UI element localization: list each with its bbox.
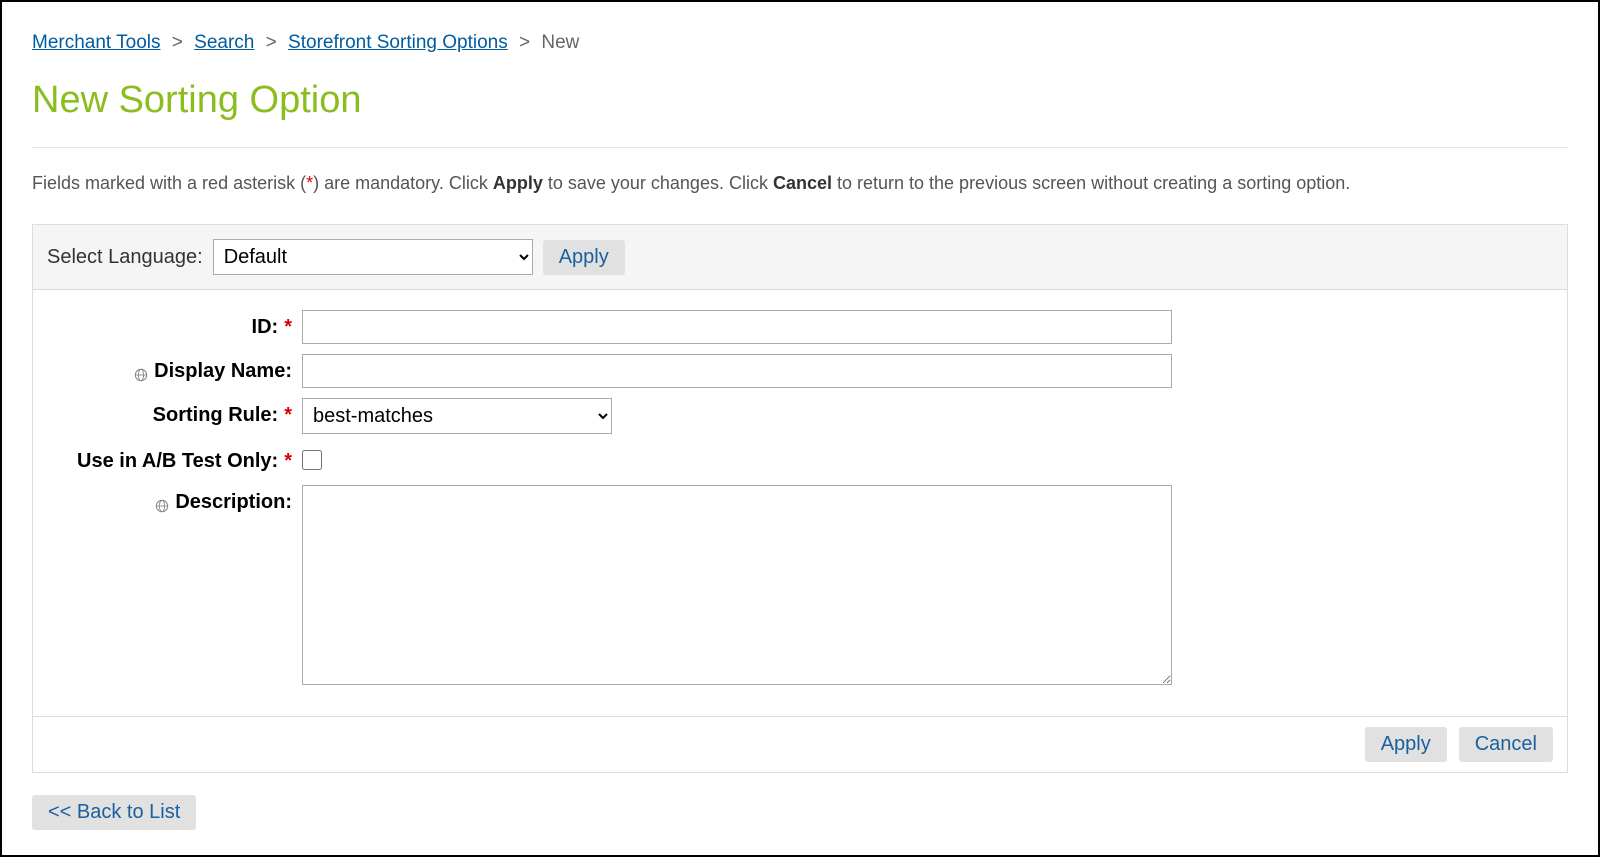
ab-test-checkbox[interactable] bbox=[302, 450, 322, 470]
divider bbox=[32, 147, 1568, 148]
breadcrumb-current: New bbox=[541, 32, 579, 53]
breadcrumb-search[interactable]: Search bbox=[194, 32, 254, 53]
row-display-name: Display Name: bbox=[47, 354, 1553, 388]
globe-icon bbox=[134, 365, 148, 379]
breadcrumb: Merchant Tools > Search > Storefront Sor… bbox=[32, 32, 1568, 54]
breadcrumb-separator: > bbox=[266, 32, 277, 53]
description-textarea[interactable] bbox=[302, 485, 1172, 685]
id-input[interactable] bbox=[302, 310, 1172, 344]
page-title: New Sorting Option bbox=[32, 79, 1568, 122]
row-ab-test: Use in A/B Test Only:* bbox=[47, 444, 1553, 475]
action-bar: Apply Cancel bbox=[33, 716, 1567, 772]
sorting-rule-select[interactable]: best-matches bbox=[302, 398, 612, 434]
label-sorting-rule: Sorting Rule:* bbox=[47, 398, 302, 427]
apply-button[interactable]: Apply bbox=[1365, 727, 1447, 762]
label-display-name: Display Name: bbox=[47, 354, 302, 383]
breadcrumb-separator: > bbox=[519, 32, 530, 53]
language-label: Select Language: bbox=[47, 246, 203, 269]
globe-icon bbox=[155, 496, 169, 510]
back-wrap: << Back to List bbox=[32, 795, 1568, 830]
label-description: Description: bbox=[47, 485, 302, 514]
label-ab-test: Use in A/B Test Only:* bbox=[47, 444, 302, 473]
language-bar: Select Language: Default Apply bbox=[33, 225, 1567, 290]
breadcrumb-merchant-tools[interactable]: Merchant Tools bbox=[32, 32, 161, 53]
help-text: Fields marked with a red asterisk (*) ar… bbox=[32, 173, 1568, 194]
row-sorting-rule: Sorting Rule:* best-matches bbox=[47, 398, 1553, 434]
breadcrumb-storefront-sorting-options[interactable]: Storefront Sorting Options bbox=[288, 32, 508, 53]
display-name-input[interactable] bbox=[302, 354, 1172, 388]
language-apply-button[interactable]: Apply bbox=[543, 240, 625, 275]
label-id: ID:* bbox=[47, 310, 302, 339]
form-container: Select Language: Default Apply ID:* Disp… bbox=[32, 224, 1568, 773]
language-select[interactable]: Default bbox=[213, 239, 533, 275]
back-to-list-button[interactable]: << Back to List bbox=[32, 795, 196, 830]
row-id: ID:* bbox=[47, 310, 1553, 344]
cancel-button[interactable]: Cancel bbox=[1459, 727, 1553, 762]
breadcrumb-separator: > bbox=[172, 32, 183, 53]
row-description: Description: bbox=[47, 485, 1553, 690]
form-body: ID:* Display Name: Sorting Rule:* bbox=[33, 290, 1567, 716]
